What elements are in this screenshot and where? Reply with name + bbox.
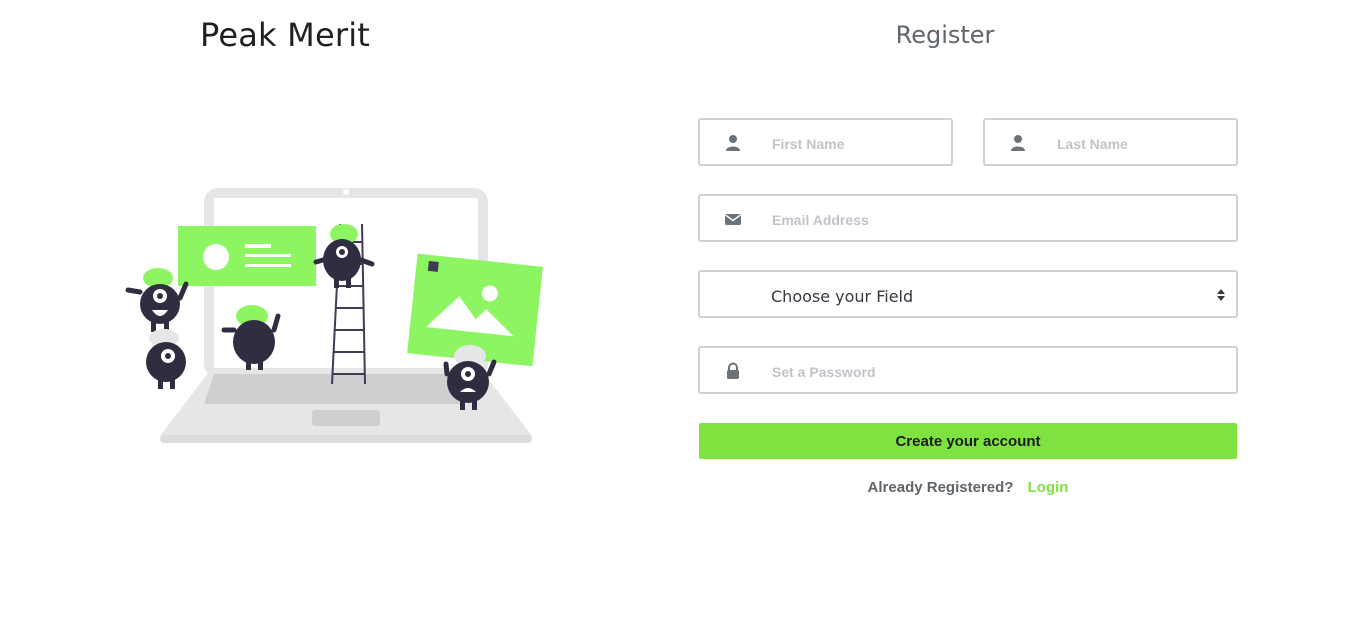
email-input[interactable] bbox=[770, 206, 1226, 234]
last-name-input[interactable] bbox=[1055, 130, 1226, 158]
team-building-illustration bbox=[125, 188, 543, 443]
password-input[interactable] bbox=[770, 358, 1226, 386]
password-field bbox=[698, 346, 1238, 394]
create-account-button[interactable]: Create your account bbox=[699, 423, 1237, 459]
first-name-field bbox=[698, 118, 953, 166]
user-icon bbox=[726, 135, 740, 151]
email-field bbox=[698, 194, 1238, 242]
lock-icon bbox=[727, 362, 739, 379]
brand-title: Peak Merit bbox=[200, 16, 371, 54]
register-title: Register bbox=[895, 21, 995, 49]
field-select[interactable]: Choose your Field bbox=[698, 270, 1238, 318]
login-prompt: Already Registered? Login bbox=[699, 479, 1237, 496]
user-icon bbox=[1011, 135, 1025, 151]
sort-caret-icon bbox=[1217, 289, 1225, 301]
last-name-field bbox=[983, 118, 1238, 166]
login-link[interactable]: Login bbox=[1028, 479, 1069, 496]
first-name-input[interactable] bbox=[770, 130, 941, 158]
field-select-value: Choose your Field bbox=[771, 287, 914, 306]
envelope-icon bbox=[725, 214, 741, 225]
already-registered-text: Already Registered? bbox=[867, 479, 1014, 496]
